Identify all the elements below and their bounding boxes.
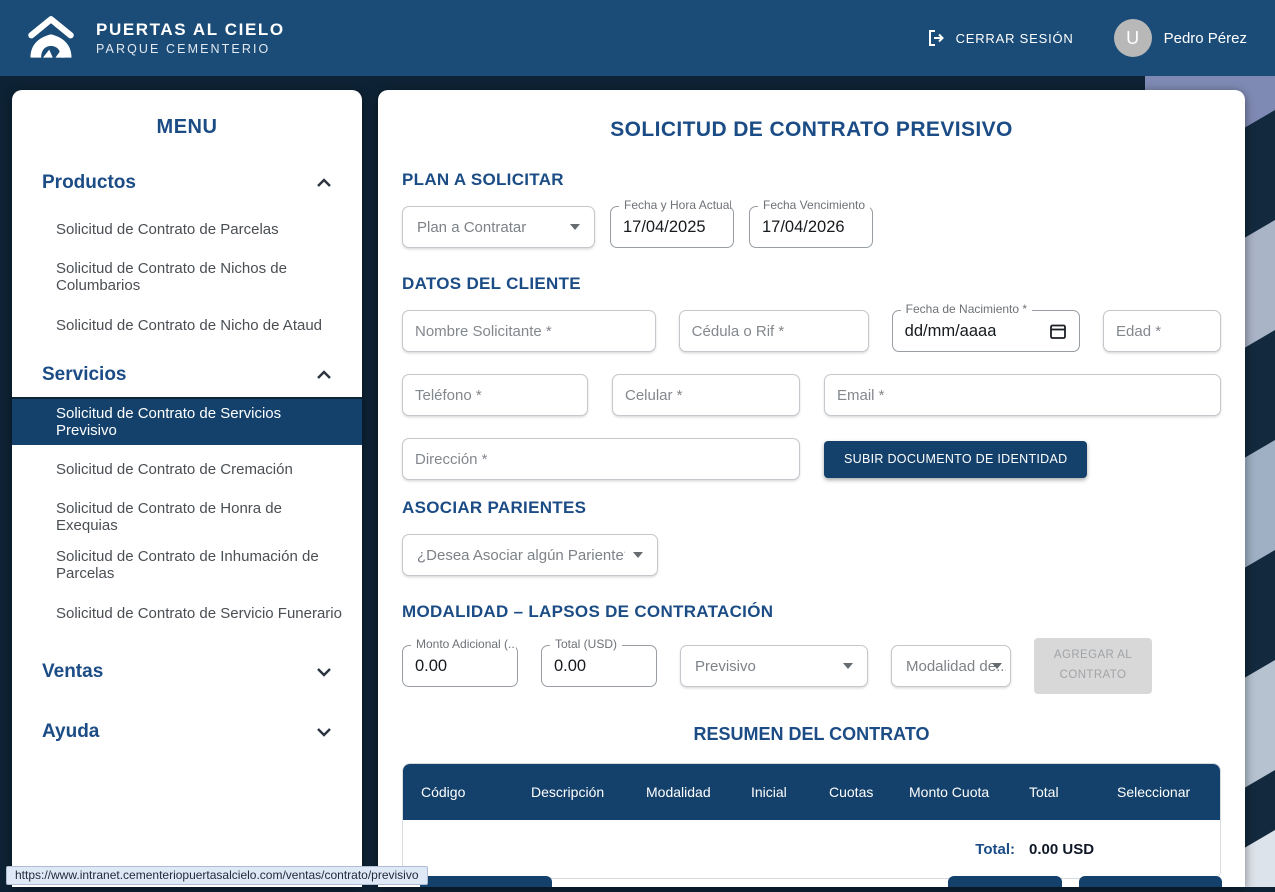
fecha-vencimiento-field[interactable]: Fecha Vencimiento 17/04/2026 <box>749 206 873 248</box>
sidebar-item-cremacion[interactable]: Solicitud de Contrato de Cremación <box>12 445 362 493</box>
total-usd-field[interactable]: Total (USD) 0.00 <box>541 645 657 687</box>
brand-title: PUERTAS AL CIELO <box>96 20 285 40</box>
app-header: PUERTAS AL CIELO PARQUE CEMENTERIO CERRA… <box>0 0 1275 76</box>
page-title: SOLICITUD DE CONTRATO PREVISIVO <box>402 118 1221 142</box>
contract-summary-table: Código Descripción Modalidad Inicial Cuo… <box>402 763 1221 879</box>
column-header: Total <box>1029 784 1117 800</box>
column-header: Modalidad <box>646 784 751 800</box>
sidebar-item-parcelas[interactable]: Solicitud de Contrato de Parcelas <box>12 205 362 253</box>
field-label: Total (USD) <box>550 637 622 651</box>
cliente-heading: DATOS DEL CLIENTE <box>402 274 1221 294</box>
parientes-heading: ASOCIAR PARIENTES <box>402 498 1221 518</box>
column-header: Seleccionar <box>1117 784 1220 800</box>
previsivo-select[interactable]: Previsivo <box>680 645 868 687</box>
sidebar-section-ayuda[interactable]: Ayuda <box>12 707 362 757</box>
chevron-down-icon <box>316 667 332 677</box>
brand-subtitle: PARQUE CEMENTERIO <box>96 42 285 56</box>
brand: PUERTAS AL CIELO PARQUE CEMENTERIO <box>22 13 285 63</box>
caret-down-icon <box>843 663 853 669</box>
edad-input[interactable] <box>1103 310 1221 352</box>
section-label: Ventas <box>42 661 103 683</box>
bottom-action-button-left[interactable] <box>420 876 552 887</box>
calendar-icon[interactable] <box>1049 322 1067 340</box>
table-total-row: Total: 0.00 USD <box>403 820 1220 878</box>
sidebar-item-inhumacion-parcelas[interactable]: Solicitud de Contrato de Inhumación de P… <box>12 541 362 589</box>
monto-adicional-field[interactable]: Monto Adicional (... 0.00 <box>402 645 518 687</box>
total-value: 0.00 USD <box>1029 841 1117 858</box>
fecha-actual-field[interactable]: Fecha y Hora Actual 17/04/2025 <box>610 206 734 248</box>
table-header-row: Código Descripción Modalidad Inicial Cuo… <box>403 764 1220 820</box>
sidebar-section-productos[interactable]: Productos <box>12 161 362 205</box>
modalidad-heading: MODALIDAD – LAPSOS DE CONTRATACIÓN <box>402 602 1221 622</box>
column-header: Descripción <box>531 784 646 800</box>
select-value: ¿Desea Asociar algún Pariente? <box>417 547 625 564</box>
field-label: Fecha de Nacimiento * <box>901 302 1032 316</box>
field-value: dd/mm/aaaa <box>905 322 997 341</box>
plan-contratar-select[interactable]: Plan a Contratar <box>402 206 595 248</box>
chevron-down-icon <box>316 727 332 737</box>
select-value: Modalidad de... <box>906 658 1006 675</box>
column-header: Monto Cuota <box>909 784 1029 800</box>
link-preview-statusbar: https://www.intranet.cementeriopuertasal… <box>6 866 428 885</box>
bottom-action-button-middle[interactable] <box>948 876 1062 887</box>
user-name: Pedro Pérez <box>1164 30 1247 47</box>
field-value: 17/04/2026 <box>762 218 848 237</box>
nombre-solicitante-input[interactable] <box>402 310 656 352</box>
sidebar-item-servicio-funerario[interactable]: Solicitud de Contrato de Servicio Funera… <box>12 589 362 637</box>
logout-button[interactable]: CERRAR SESIÓN <box>926 28 1074 48</box>
select-value: Previsivo <box>695 658 756 675</box>
select-value: Plan a Contratar <box>417 219 526 236</box>
field-label: Fecha y Hora Actual <box>619 198 731 212</box>
direccion-input[interactable] <box>402 438 800 480</box>
sidebar-section-ventas[interactable]: Ventas <box>12 647 362 697</box>
section-label: Servicios <box>42 364 127 386</box>
celular-input[interactable] <box>612 374 800 416</box>
sidebar-item-honra-exequias[interactable]: Solicitud de Contrato de Honra de Exequi… <box>12 493 362 541</box>
telefono-input[interactable] <box>402 374 588 416</box>
user-menu[interactable]: U Pedro Pérez <box>1114 19 1247 57</box>
caret-down-icon <box>633 552 643 558</box>
modalidad-select[interactable]: Modalidad de... <box>891 645 1011 687</box>
field-value: 0.00 <box>415 657 447 676</box>
chevron-up-icon <box>316 370 332 380</box>
column-header: Cuotas <box>829 784 909 800</box>
sidebar-item-nicho-ataud[interactable]: Solicitud de Contrato de Nicho de Ataud <box>12 301 362 349</box>
sidebar: MENU Productos Solicitud de Contrato de … <box>12 90 362 887</box>
caret-down-icon <box>570 224 580 230</box>
email-input[interactable] <box>824 374 1221 416</box>
logout-label: CERRAR SESIÓN <box>956 31 1074 46</box>
fecha-nacimiento-field[interactable]: Fecha de Nacimiento * dd/mm/aaaa <box>892 310 1080 352</box>
brand-text: PUERTAS AL CIELO PARQUE CEMENTERIO <box>96 20 285 56</box>
total-label: Total: <box>975 841 1029 858</box>
sidebar-section-servicios[interactable]: Servicios <box>12 353 362 397</box>
sidebar-title: MENU <box>12 116 362 139</box>
bottom-action-button-right[interactable] <box>1079 876 1222 887</box>
field-value: 0.00 <box>554 657 586 676</box>
chevron-up-icon <box>316 178 332 188</box>
sidebar-item-nichos-columbarios[interactable]: Solicitud de Contrato de Nichos de Colum… <box>12 253 362 301</box>
logout-icon <box>926 28 946 48</box>
plan-heading: PLAN A SOLICITAR <box>402 170 1221 190</box>
sidebar-item-servicios-previsivo[interactable]: Solicitud de Contrato de Servicios Previ… <box>12 397 362 445</box>
column-header: Inicial <box>751 784 829 800</box>
field-label: Fecha Vencimiento <box>758 198 870 212</box>
agregar-contrato-button[interactable]: AGREGAR AL CONTRATO <box>1034 638 1152 694</box>
section-label: Productos <box>42 172 136 194</box>
avatar: U <box>1114 19 1152 57</box>
asociar-pariente-select[interactable]: ¿Desea Asociar algún Pariente? <box>402 534 658 576</box>
field-label: Monto Adicional (... <box>411 637 516 651</box>
resumen-heading: RESUMEN DEL CONTRATO <box>402 724 1221 745</box>
column-header: Código <box>421 784 531 800</box>
field-value: 17/04/2025 <box>623 218 706 237</box>
logo-icon <box>22 13 80 63</box>
caret-down-icon <box>992 663 1002 669</box>
section-label: Ayuda <box>42 721 99 743</box>
subir-documento-button[interactable]: SUBIR DOCUMENTO DE IDENTIDAD <box>824 441 1087 478</box>
main-content: SOLICITUD DE CONTRATO PREVISIVO PLAN A S… <box>378 90 1245 887</box>
cedula-rif-input[interactable] <box>679 310 869 352</box>
